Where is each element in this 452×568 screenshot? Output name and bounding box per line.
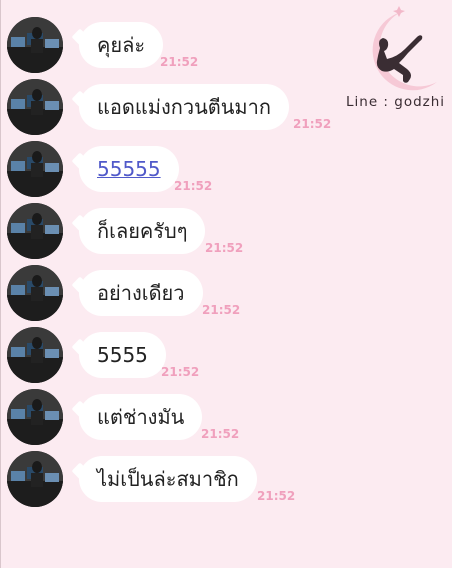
message-time: 21:52 [201,427,240,441]
message-text: ก็เลยครับๆ [97,219,188,243]
avatar[interactable] [7,203,63,259]
message-text: แอดแม่งกวนตีนมาก [97,95,271,119]
avatar-image [7,265,63,321]
avatar[interactable] [7,451,63,507]
message-text: ไม่เป็นล่ะสมาชิก [97,467,239,491]
bubble-tail [71,338,89,356]
brand-label: Line : godzhi [346,94,446,110]
message-bubble: 5555 [71,332,166,378]
message-time: 21:52 [174,179,213,193]
message-time: 21:52 [257,489,296,503]
bubble-tail [71,90,89,108]
bubble-tail [71,28,89,46]
message-bubble: ไม่เป็นล่ะสมาชิก [71,456,257,502]
avatar[interactable] [7,17,63,73]
avatar-image [7,451,63,507]
message-bubble: อย่างเดียว [71,270,203,316]
bubble-tail [71,276,89,294]
message-time: 21:52 [202,303,241,317]
bubble-tail [71,400,89,418]
message-text: 5555 [97,343,148,367]
message-bubble: แอดแม่งกวนตีนมาก [71,84,289,130]
avatar-image [7,203,63,259]
avatar-image [7,327,63,383]
message-bubble: แต่ช่างมัน [71,394,203,440]
message-time: 21:52 [293,117,332,131]
message-text: คุยล่ะ [97,33,146,57]
bubble-tail [71,462,89,480]
message-text: อย่างเดียว [97,281,185,305]
avatar[interactable] [7,265,63,321]
message-bubble: 55555 [71,146,179,192]
avatar[interactable] [7,327,63,383]
message-link[interactable]: 55555 [97,157,161,181]
avatar[interactable] [7,141,63,197]
avatar-image [7,17,63,73]
message-time: 21:52 [161,365,200,379]
avatar-image [7,389,63,445]
message-text: แต่ช่างมัน [97,405,185,429]
avatar[interactable] [7,389,63,445]
message-time: 21:52 [205,241,244,255]
bubble-tail [71,214,89,232]
bubble-tail [71,152,89,170]
message-bubble: คุยล่ะ [71,22,164,68]
avatar[interactable] [7,79,63,135]
avatar-image [7,79,63,135]
avatar-image [7,141,63,197]
message-time: 21:52 [160,55,199,69]
message-bubble: ก็เลยครับๆ [71,208,206,254]
